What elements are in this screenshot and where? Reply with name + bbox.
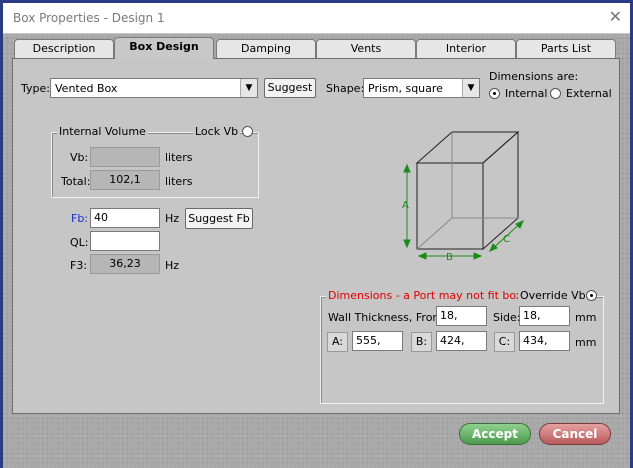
internal-radio[interactable] [489, 88, 500, 99]
dim-unit: mm [575, 336, 597, 349]
suggest-button[interactable]: Suggest [264, 78, 316, 98]
type-select-value: Vented Box [55, 82, 118, 95]
total-field: 102,1 [90, 170, 160, 190]
f3-field: 36,23 [90, 254, 160, 274]
dim-c-label: C [503, 234, 510, 245]
internal-label: Internal [505, 87, 548, 100]
override-vb-label: Override Vb [518, 289, 588, 302]
window-title: Box Properties - Design 1 [13, 11, 165, 25]
tab-vents[interactable]: Vents [316, 39, 416, 58]
shape-select[interactable]: Prism, square ▼ [363, 78, 480, 98]
chevron-down-icon[interactable]: ▼ [240, 79, 257, 97]
wall-front-input[interactable]: 18, [436, 306, 487, 326]
cancel-button[interactable]: Cancel [539, 423, 611, 445]
close-icon[interactable]: ✕ [609, 7, 622, 26]
f3-unit: Hz [165, 259, 180, 272]
wall-unit: mm [575, 311, 597, 324]
port-warning-label: Dimensions - a Port may not fit box. [326, 289, 528, 302]
dim-c-button[interactable]: C: [494, 332, 515, 352]
dimensions-are-label: Dimensions are: [489, 70, 579, 83]
dim-a-button[interactable]: A: [327, 332, 348, 352]
wall-thickness-label: Wall Thickness, Front: [328, 311, 448, 324]
dim-a-input[interactable]: 555, [352, 331, 403, 351]
tab-box-design[interactable]: Box Design [114, 37, 214, 59]
tab-description[interactable]: Description [14, 39, 114, 58]
fb-unit: Hz [165, 212, 180, 225]
type-label: Type: [21, 82, 50, 95]
box-side-face [482, 130, 519, 251]
lock-vb-radio[interactable] [242, 126, 253, 137]
accept-button[interactable]: Accept [459, 423, 531, 445]
shape-label: Shape: [326, 82, 365, 95]
box-front-face [416, 162, 484, 250]
vb-field [90, 147, 160, 167]
tab-interior[interactable]: Interior [416, 39, 516, 58]
wall-side-input[interactable]: 18, [519, 306, 570, 326]
vb-unit: liters [165, 151, 193, 164]
fb-input[interactable]: 40 [90, 208, 160, 228]
dim-a-label: A [402, 200, 409, 211]
override-vb-radio[interactable] [586, 290, 597, 301]
dim-b-input[interactable]: 424, [436, 331, 487, 351]
fb-label: Fb: [71, 212, 89, 225]
ql-input[interactable] [90, 231, 160, 251]
external-radio[interactable] [550, 88, 561, 99]
dim-c-input[interactable]: 434, [519, 331, 570, 351]
tab-parts-list[interactable]: Parts List [516, 39, 616, 58]
chevron-down-icon[interactable]: ▼ [462, 79, 479, 97]
type-select[interactable]: Vented Box ▼ [50, 78, 258, 98]
total-label: Total: [61, 175, 91, 188]
box-dimensions-diagram: A B C [402, 130, 524, 263]
vb-label: Vb: [70, 151, 89, 164]
dim-b-button[interactable]: B: [411, 332, 432, 352]
box-top-face [415, 131, 520, 164]
total-unit: liters [165, 175, 193, 188]
ql-label: QL: [70, 236, 89, 249]
shape-select-value: Prism, square [368, 82, 443, 95]
dim-b-label: B [446, 252, 453, 263]
f3-label: F3: [70, 259, 88, 272]
internal-volume-title: Internal Volume [57, 125, 148, 138]
side-label: Side: [493, 311, 521, 324]
title-bar: Box Properties - Design 1 ✕ [3, 3, 630, 34]
suggest-fb-button[interactable]: Suggest Fb [185, 208, 253, 229]
external-label: External [566, 87, 612, 100]
lock-vb-label: Lock Vb [193, 125, 241, 138]
tab-damping[interactable]: Damping [216, 39, 316, 58]
